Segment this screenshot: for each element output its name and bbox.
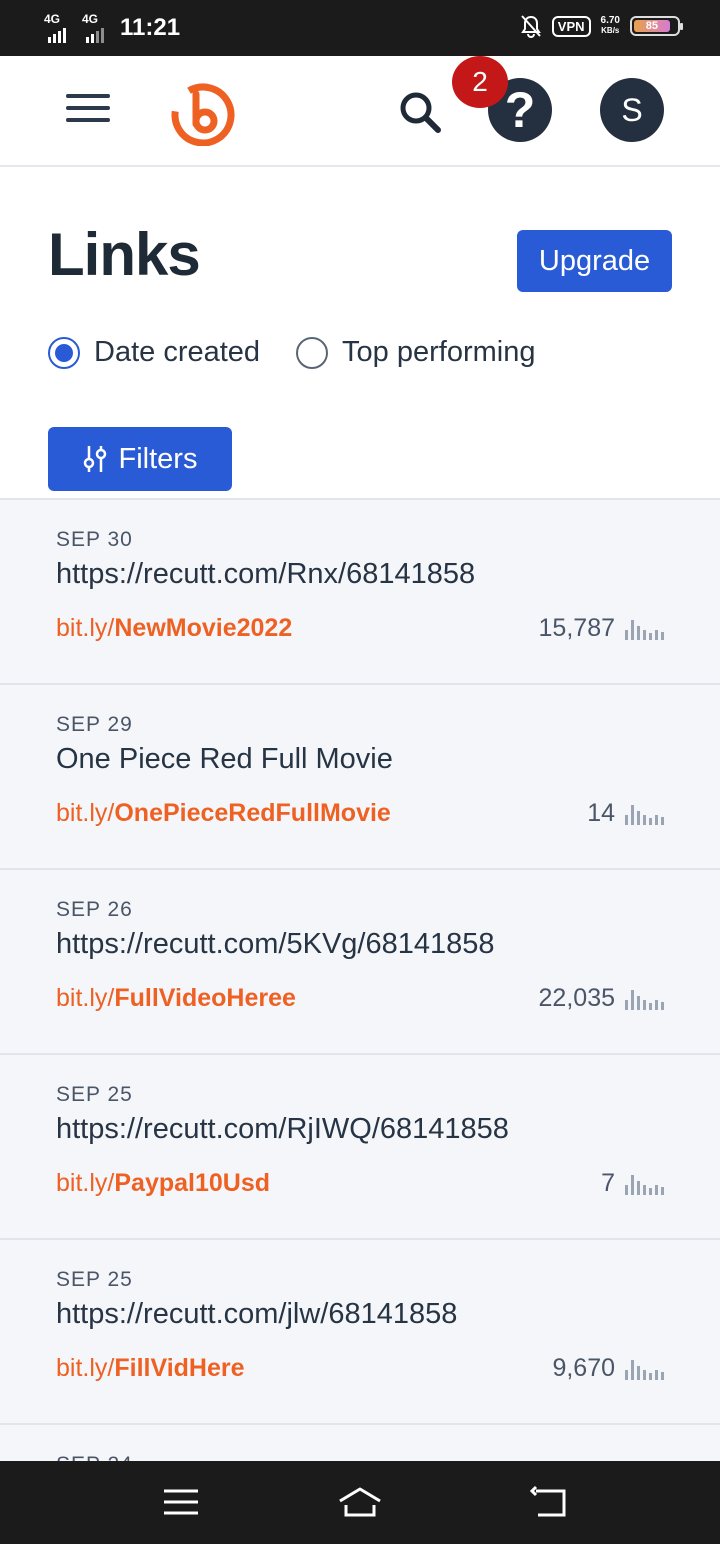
link-item[interactable]: SEP 24 xyxy=(0,1425,720,1461)
link-item[interactable]: SEP 25 https://recutt.com/RjIWQ/68141858… xyxy=(0,1055,720,1240)
link-title: https://recutt.com/RjIWQ/68141858 xyxy=(56,1113,509,1145)
link-title: https://recutt.com/Rnx/68141858 xyxy=(56,558,476,590)
short-link[interactable]: bit.ly/FillVidHere xyxy=(56,1354,245,1383)
bar-chart-icon xyxy=(625,1358,664,1380)
link-date: SEP 30 xyxy=(56,528,133,551)
status-bar: 4G 4G 11:21 VPN 6.70 KB/s 85 xyxy=(0,0,720,56)
help-question-icon: ? xyxy=(504,82,536,138)
network-type-label: 4G xyxy=(44,12,61,26)
network-type-label: 4G xyxy=(82,12,99,26)
user-avatar[interactable]: S xyxy=(600,78,664,142)
link-date: SEP 25 xyxy=(56,1083,133,1106)
radio-unchecked-icon[interactable] xyxy=(296,336,329,369)
link-item[interactable]: SEP 26 https://recutt.com/5KVg/68141858 … xyxy=(0,870,720,1055)
network-speed: 6.70 KB/s xyxy=(600,15,620,36)
click-count: 22,035 xyxy=(539,984,664,1013)
link-item[interactable]: SEP 29 One Piece Red Full Movie bit.ly/O… xyxy=(0,685,720,870)
home-icon[interactable] xyxy=(336,1483,384,1523)
link-date: SEP 24 xyxy=(56,1453,133,1461)
link-date: SEP 25 xyxy=(56,1268,133,1291)
back-icon[interactable] xyxy=(530,1483,570,1523)
click-count: 14 xyxy=(587,799,664,828)
hamburger-menu-icon[interactable] xyxy=(66,94,110,126)
sort-option-label: Date created xyxy=(94,336,261,368)
click-count: 9,670 xyxy=(552,1354,664,1383)
system-nav-bar xyxy=(0,1461,720,1544)
short-link[interactable]: bit.ly/FullVideoHeree xyxy=(56,984,296,1013)
sort-options: Date created Top performing xyxy=(48,336,571,369)
search-icon[interactable] xyxy=(396,88,444,136)
link-title: https://recutt.com/jlw/68141858 xyxy=(56,1298,458,1330)
sliders-icon xyxy=(83,446,106,472)
link-title: https://recutt.com/5KVg/68141858 xyxy=(56,928,495,960)
click-count: 7 xyxy=(601,1169,664,1198)
link-item[interactable]: SEP 25 https://recutt.com/jlw/68141858 b… xyxy=(0,1240,720,1425)
bar-chart-icon xyxy=(625,803,664,825)
short-link[interactable]: bit.ly/OnePieceRedFullMovie xyxy=(56,799,391,828)
recent-apps-icon[interactable] xyxy=(162,1483,202,1523)
short-link[interactable]: bit.ly/NewMovie2022 xyxy=(56,614,292,643)
link-date: SEP 29 xyxy=(56,713,133,736)
link-date: SEP 26 xyxy=(56,898,133,921)
signal-icon-sim2: 4G xyxy=(82,12,104,43)
mute-bell-icon xyxy=(520,15,541,38)
battery-icon: 85 xyxy=(630,16,683,36)
page-title: Links xyxy=(48,221,201,288)
bar-chart-icon xyxy=(625,1173,664,1195)
link-title: One Piece Red Full Movie xyxy=(56,743,393,775)
signal-icon-sim1: 4G xyxy=(44,12,66,43)
bar-chart-icon xyxy=(625,618,664,640)
upgrade-button[interactable]: Upgrade xyxy=(517,230,672,292)
battery-level: 85 xyxy=(634,20,670,32)
app-header: ? 2 S xyxy=(0,56,720,167)
filters-button[interactable]: Filters xyxy=(48,427,232,491)
sort-top-performing-option[interactable]: Top performing xyxy=(296,336,535,369)
radio-checked-icon[interactable] xyxy=(48,336,80,369)
link-item[interactable]: SEP 30 https://recutt.com/Rnx/68141858 b… xyxy=(0,500,720,685)
click-count: 15,787 xyxy=(539,614,664,643)
status-time: 11:21 xyxy=(120,14,181,41)
filters-label: Filters xyxy=(118,442,198,475)
sort-date-created-option[interactable]: Date created xyxy=(48,336,260,369)
bitly-logo[interactable] xyxy=(170,80,236,146)
vpn-badge: VPN xyxy=(551,15,591,37)
short-link[interactable]: bit.ly/Paypal10Usd xyxy=(56,1169,270,1198)
links-list[interactable]: SEP 30 https://recutt.com/Rnx/68141858 b… xyxy=(0,498,720,1461)
bar-chart-icon xyxy=(625,988,664,1010)
sort-option-label: Top performing xyxy=(342,336,536,368)
notification-badge[interactable]: 2 xyxy=(452,56,508,108)
